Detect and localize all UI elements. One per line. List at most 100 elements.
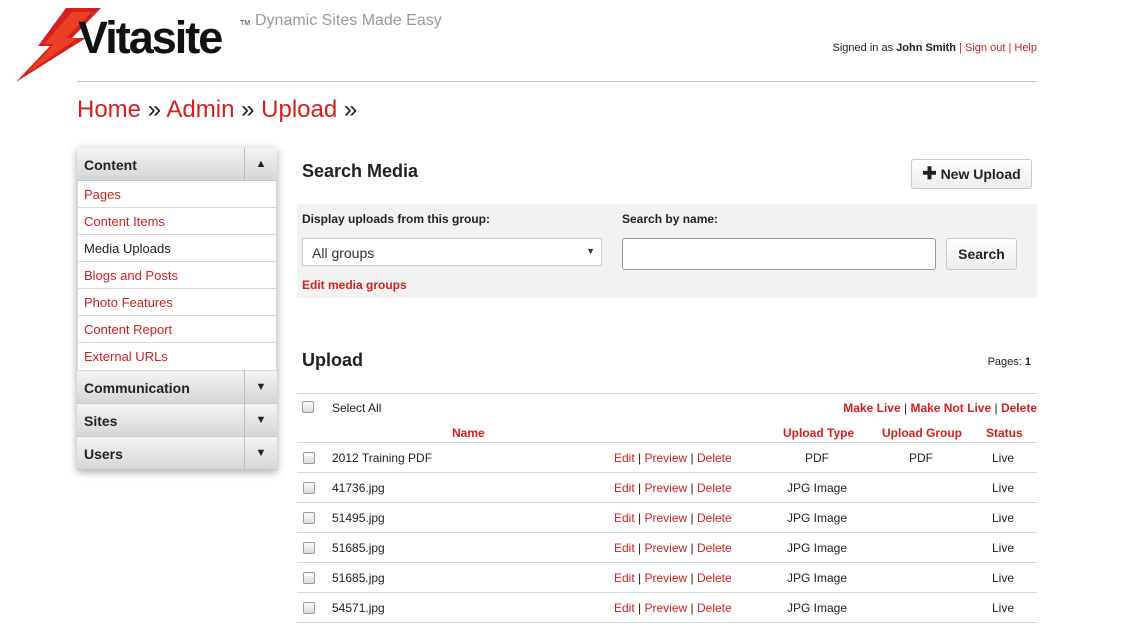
make-live-link[interactable]: Make Live — [843, 401, 900, 415]
preview-link[interactable]: Preview — [645, 541, 688, 555]
page-number[interactable]: 1 — [1025, 356, 1031, 368]
row-checkbox[interactable] — [303, 602, 315, 614]
row-actions: Edit | Preview | Delete — [614, 571, 732, 585]
search-name-input[interactable] — [622, 238, 936, 270]
delete-link[interactable]: Delete — [697, 601, 732, 615]
row-status: Live — [991, 481, 1014, 495]
table-row: 51685.jpg Edit | Preview | Delete JPG Imag… — [297, 563, 1037, 593]
select-all-checkbox[interactable] — [302, 401, 314, 413]
breadcrumb-admin[interactable]: Admin — [166, 96, 234, 123]
row-checkbox[interactable] — [303, 572, 315, 584]
sidebar-item-label[interactable]: Blogs and Posts — [84, 268, 178, 283]
separator: | — [1008, 42, 1012, 54]
row-name: 51495.jpg — [332, 511, 385, 525]
sidebar-item-content-items[interactable]: Content Items — [78, 208, 276, 235]
sidebar-item-label[interactable]: Pages — [84, 187, 121, 202]
new-upload-button[interactable]: ✚ New Upload — [911, 159, 1032, 189]
expand-arrow-icon[interactable]: ▼ — [244, 437, 277, 470]
separator: | — [638, 481, 642, 495]
edit-link[interactable]: Edit — [614, 481, 635, 495]
plus-icon: ✚ — [922, 164, 937, 183]
group-select[interactable]: All groups ▼ — [302, 238, 602, 266]
edit-link[interactable]: Edit — [614, 451, 635, 465]
sidebar-item-external-urls[interactable]: External URLs — [78, 343, 276, 370]
sidebar-item-blogs-and-posts[interactable]: Blogs and Posts — [78, 262, 276, 289]
row-upload-type: JPG Image — [786, 481, 848, 495]
sidebar-item-content-report[interactable]: Content Report — [78, 316, 276, 343]
breadcrumb-separator: » — [147, 96, 162, 123]
column-header-name[interactable]: Name — [452, 426, 485, 440]
column-header-status[interactable]: Status — [986, 426, 1023, 440]
delete-link[interactable]: Delete — [697, 541, 732, 555]
sidebar-section-content[interactable]: Content ▲ — [77, 148, 277, 181]
sidebar-section-sites[interactable]: Sites ▼ — [77, 404, 277, 437]
edit-link[interactable]: Edit — [614, 511, 635, 525]
separator: | — [638, 511, 642, 525]
sign-out-link[interactable]: Sign out — [965, 42, 1005, 54]
edit-link[interactable]: Edit — [614, 571, 635, 585]
bulk-delete-link[interactable]: Delete — [1001, 401, 1037, 415]
delete-link[interactable]: Delete — [697, 451, 732, 465]
sidebar-item-label: Media Uploads — [84, 241, 171, 256]
row-status: Live — [991, 601, 1014, 615]
row-upload-type: JPG Image — [786, 511, 848, 525]
group-filter-label: Display uploads from this group: — [302, 212, 491, 226]
breadcrumb-upload[interactable]: Upload — [261, 96, 337, 123]
edit-link[interactable]: Edit — [614, 601, 635, 615]
search-button[interactable]: Search — [946, 238, 1017, 270]
separator: | — [959, 42, 962, 54]
preview-link[interactable]: Preview — [645, 451, 688, 465]
row-checkbox[interactable] — [303, 542, 315, 554]
sidebar-section-communication[interactable]: Communication ▼ — [77, 371, 277, 404]
table-row: 54571.jpg Edit | Preview | Delete JPG Imag… — [297, 593, 1037, 623]
separator: | — [638, 571, 642, 585]
separator: | — [638, 601, 642, 615]
sidebar-item-photo-features[interactable]: Photo Features — [78, 289, 276, 316]
delete-link[interactable]: Delete — [697, 481, 732, 495]
preview-link[interactable]: Preview — [645, 601, 688, 615]
column-header-upload-type[interactable]: Upload Type — [783, 426, 854, 440]
edit-link[interactable]: Edit — [614, 541, 635, 555]
delete-link[interactable]: Delete — [697, 511, 732, 525]
row-status: Live — [991, 541, 1014, 555]
collapse-arrow-icon[interactable]: ▲ — [244, 148, 277, 181]
preview-link[interactable]: Preview — [645, 571, 688, 585]
tagline: Dynamic Sites Made Easy — [255, 12, 442, 29]
sidebar-item-label[interactable]: Content Items — [84, 214, 165, 229]
row-actions: Edit | Preview | Delete — [614, 601, 732, 615]
edit-media-groups-link[interactable]: Edit media groups — [302, 278, 407, 292]
search-name-label: Search by name: — [622, 212, 719, 226]
make-not-live-link[interactable]: Make Not Live — [910, 401, 991, 415]
row-checkbox[interactable] — [303, 512, 315, 524]
row-upload-group: PDF — [909, 451, 933, 465]
row-name: 51685.jpg — [332, 571, 385, 585]
table-row: 51685.jpg Edit | Preview | Delete JPG Imag… — [297, 533, 1037, 563]
upload-divider — [297, 393, 1037, 394]
separator: | — [690, 571, 694, 585]
row-actions: Edit | Preview | Delete — [614, 511, 732, 525]
table-row: 2012 Training PDF Edit | Preview | Delete… — [297, 443, 1037, 473]
sidebar-item-pages[interactable]: Pages — [78, 181, 276, 208]
breadcrumb-separator: » — [241, 96, 255, 123]
sidebar-section-users[interactable]: Users ▼ — [77, 437, 277, 470]
breadcrumb-separator: » — [343, 96, 358, 123]
delete-link[interactable]: Delete — [697, 571, 732, 585]
help-link[interactable]: Help — [1014, 42, 1037, 54]
separator: | — [690, 541, 694, 555]
expand-arrow-icon[interactable]: ▼ — [244, 371, 277, 404]
preview-link[interactable]: Preview — [645, 481, 688, 495]
row-checkbox[interactable] — [303, 482, 315, 494]
sidebar: Content ▲ Pages Content Items Media Uplo… — [77, 148, 277, 470]
sidebar-item-label[interactable]: Content Report — [84, 322, 172, 337]
vitasite-logo[interactable]: Vitasite TM — [16, 8, 256, 82]
row-checkbox[interactable] — [303, 452, 315, 464]
expand-arrow-icon[interactable]: ▼ — [244, 404, 277, 437]
sidebar-item-label[interactable]: External URLs — [84, 349, 168, 364]
sidebar-item-media-uploads[interactable]: Media Uploads — [78, 235, 276, 262]
sidebar-item-label[interactable]: Photo Features — [84, 295, 173, 310]
preview-link[interactable]: Preview — [645, 511, 688, 525]
user-name: John Smith — [896, 42, 957, 54]
breadcrumb-home[interactable]: Home — [77, 96, 141, 123]
column-header-upload-group[interactable]: Upload Group — [882, 426, 962, 440]
row-status: Live — [991, 571, 1014, 585]
